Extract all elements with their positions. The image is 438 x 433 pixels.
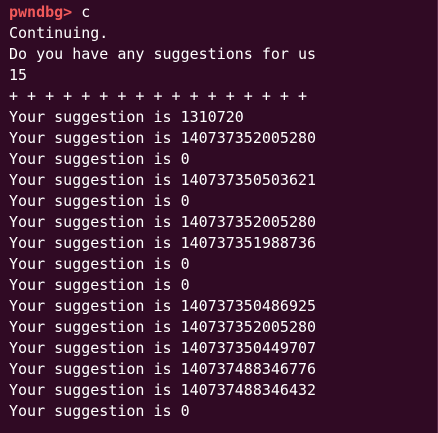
- output-line: Your suggestion is 140737352005280: [9, 213, 317, 231]
- output-line: Your suggestion is 140737350449707: [9, 339, 317, 357]
- output-line: Your suggestion is 140737488346776: [9, 360, 317, 378]
- prompt-line: pwndbg> c: [9, 2, 438, 23]
- output-line: Your suggestion is 1310720: [9, 108, 244, 126]
- output-line: Your suggestion is 0: [9, 276, 190, 294]
- output-line: + + + + + + + + + + + + + + + + +: [9, 87, 308, 105]
- output-line: Your suggestion is 0: [9, 255, 190, 273]
- output-line: Your suggestion is 140737350486925: [9, 297, 317, 315]
- output-line: Your suggestion is 0: [9, 150, 190, 168]
- output-line: Your suggestion is 140737350503621: [9, 171, 317, 189]
- output-line: 15: [9, 66, 28, 84]
- output-line: Your suggestion is 140737352005280: [9, 318, 317, 336]
- output-line: Your suggestion is 140737351988736: [9, 234, 317, 252]
- output-line: Your suggestion is 140737352005280: [9, 129, 317, 147]
- output-line: Do you have any suggestions for us: [9, 45, 317, 63]
- terminal-window[interactable]: pwndbg> c Continuing. Do you have any sug…: [0, 0, 438, 433]
- output-line: Your suggestion is 0: [9, 402, 190, 420]
- output-line: Continuing.: [9, 24, 109, 42]
- pwndbg-prompt: pwndbg>: [9, 3, 73, 21]
- output-area: Continuing. Do you have any suggestions f…: [9, 23, 438, 422]
- command-text: c: [81, 3, 91, 21]
- output-line: Your suggestion is 140737488346432: [9, 381, 317, 399]
- output-line: Your suggestion is 0: [9, 192, 190, 210]
